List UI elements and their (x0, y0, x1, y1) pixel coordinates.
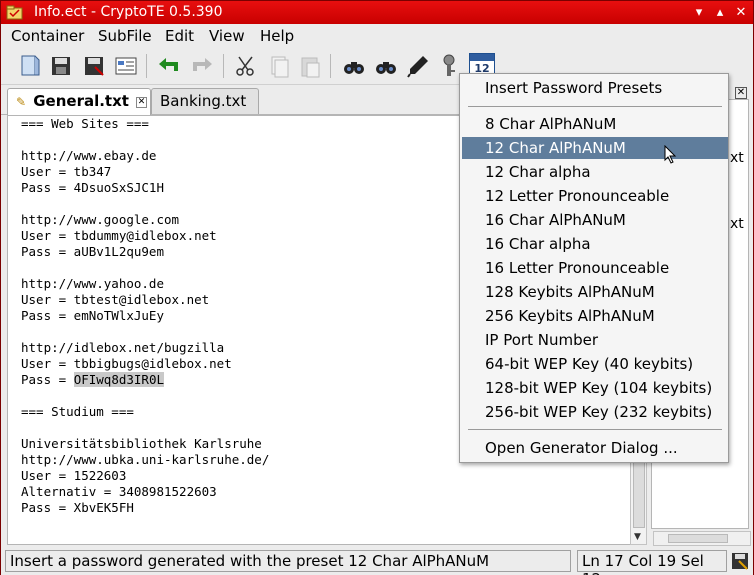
status-message: Insert a password generated with the pre… (5, 550, 571, 572)
close-window-button[interactable]: ✕ (731, 3, 751, 22)
editor-line: Pass = aUBv1L2qu9em (21, 244, 164, 259)
close-panel-icon[interactable]: ✕ (735, 87, 747, 99)
preset-item[interactable]: 128-bit WEP Key (104 keybits) (485, 379, 712, 397)
toolbar-separator (330, 54, 331, 78)
preset-item[interactable]: 12 Letter Pronounceable (485, 187, 669, 205)
preset-item[interactable]: 16 Char AlPhANuM (485, 211, 626, 229)
tab-banking[interactable]: Banking.txt (151, 88, 259, 114)
redo-icon[interactable] (189, 53, 215, 79)
save-status-icon (732, 553, 748, 570)
toolbar: 12 (1, 48, 499, 85)
preset-item[interactable]: 256-bit WEP Key (232 keybits) (485, 403, 712, 421)
copy-icon[interactable] (266, 53, 292, 79)
preset-item[interactable]: 12 Char alpha (485, 163, 591, 181)
undo-icon[interactable] (156, 53, 182, 79)
editor-line: User = tbdummy@idlebox.net (21, 228, 217, 243)
editor-line: === Web Sites === (21, 116, 149, 131)
new-icon[interactable] (17, 53, 43, 79)
menu-header: Insert Password Presets (485, 79, 663, 97)
open-generator-dialog-item[interactable]: Open Generator Dialog ... (485, 439, 678, 457)
menu-bar: Container SubFile Edit View Help (1, 24, 753, 48)
preset-item[interactable]: 16 Letter Pronounceable (485, 259, 669, 277)
status-bar: Insert a password generated with the pre… (1, 547, 753, 575)
save-icon[interactable] (48, 53, 74, 79)
tab-label: Banking.txt (160, 92, 247, 110)
password-presets-menu: Insert Password Presets 8 Char AlPhANuM … (459, 73, 729, 463)
window-title: Info.ect - CryptoTE 0.5.390 (34, 4, 223, 20)
selected-password: OFIwq8d3IR0L (73, 372, 164, 387)
panel-scrollbar[interactable] (653, 531, 751, 546)
maximize-button[interactable]: ▴ (710, 3, 730, 22)
folder-icon (6, 5, 23, 20)
tab-general[interactable]: ✎ General.txt ✕ (7, 88, 151, 116)
properties-icon[interactable] (113, 53, 139, 79)
editor-line: User = tb347 (21, 164, 112, 179)
close-tab-icon[interactable]: ✕ (136, 97, 147, 108)
editor-line: User = tbtest@idlebox.net (21, 292, 210, 307)
title-bar[interactable]: Info.ect - CryptoTE 0.5.390 ▾ ▴ ✕ (1, 1, 753, 24)
editor-line: Pass = XbvEK5FH (21, 500, 134, 515)
scroll-down-icon[interactable]: ▼ (634, 532, 641, 542)
editor-line: http://www.ubka.uni-karlsruhe.de/ (21, 452, 270, 467)
tab-label: General.txt (33, 92, 129, 110)
toolbar-separator (146, 54, 147, 78)
save-as-icon[interactable] (81, 53, 107, 79)
editor-line: Pass = emNoTWlxJuEy (21, 308, 164, 323)
find-next-icon[interactable] (373, 53, 399, 79)
editor-line: User = tbbigbugs@idlebox.net (21, 356, 232, 371)
minimize-button[interactable]: ▾ (689, 3, 709, 22)
toolbar-separator (223, 54, 224, 78)
cursor-position: Ln 17 Col 19 Sel 12 (577, 550, 727, 575)
menu-separator (468, 429, 722, 430)
menu-subfile[interactable]: SubFile (98, 27, 152, 45)
editor-line: Alternativ = 3408981522603 (21, 484, 217, 499)
editor-line: http://www.yahoo.de (21, 276, 164, 291)
app-window: Info.ect - CryptoTE 0.5.390 ▾ ▴ ✕ Contai… (0, 0, 754, 575)
scrollbar-thumb[interactable] (668, 534, 728, 543)
preset-item[interactable]: 256 Keybits AlPhANuM (485, 307, 655, 325)
editor-line: Universitätsbibliothek Karlsruhe (21, 436, 262, 451)
editor-line: http://idlebox.net/bugzilla (21, 340, 225, 355)
editor-line: === Studium === (21, 404, 134, 419)
edit-pencil-icon: ✎ (16, 95, 27, 109)
pen-icon[interactable] (405, 53, 431, 79)
find-icon[interactable] (341, 53, 367, 79)
subfile-item-label[interactable]: xt (730, 216, 744, 232)
editor-line: Pass = 4DsuoSxSJC1H (21, 180, 164, 195)
editor-line: http://www.ebay.de (21, 148, 157, 163)
menu-container[interactable]: Container (11, 27, 84, 45)
preset-item-highlighted[interactable]: 12 Char AlPhANuM (485, 139, 626, 157)
subfile-item-label[interactable]: xt (730, 150, 744, 166)
preset-item[interactable]: 64-bit WEP Key (40 keybits) (485, 355, 693, 373)
editor-line: User = 1522603 (21, 468, 127, 483)
calendar-header (470, 54, 494, 61)
line-prefix: Pass = (21, 372, 74, 387)
preset-item[interactable]: 16 Char alpha (485, 235, 591, 253)
menu-edit[interactable]: Edit (165, 27, 194, 45)
menu-help[interactable]: Help (260, 27, 294, 45)
cut-icon[interactable] (233, 53, 259, 79)
editor-line-selected: Pass = OFIwq8d3IR0L (21, 372, 164, 388)
preset-item[interactable]: 8 Char AlPhANuM (485, 115, 616, 133)
preset-item[interactable]: 128 Keybits AlPhANuM (485, 283, 655, 301)
editor-line: http://www.google.com (21, 212, 180, 227)
preset-item[interactable]: IP Port Number (485, 331, 598, 349)
mouse-pointer-icon (664, 145, 677, 164)
menu-separator (468, 106, 722, 107)
menu-view[interactable]: View (209, 27, 245, 45)
paste-icon[interactable] (297, 53, 323, 79)
